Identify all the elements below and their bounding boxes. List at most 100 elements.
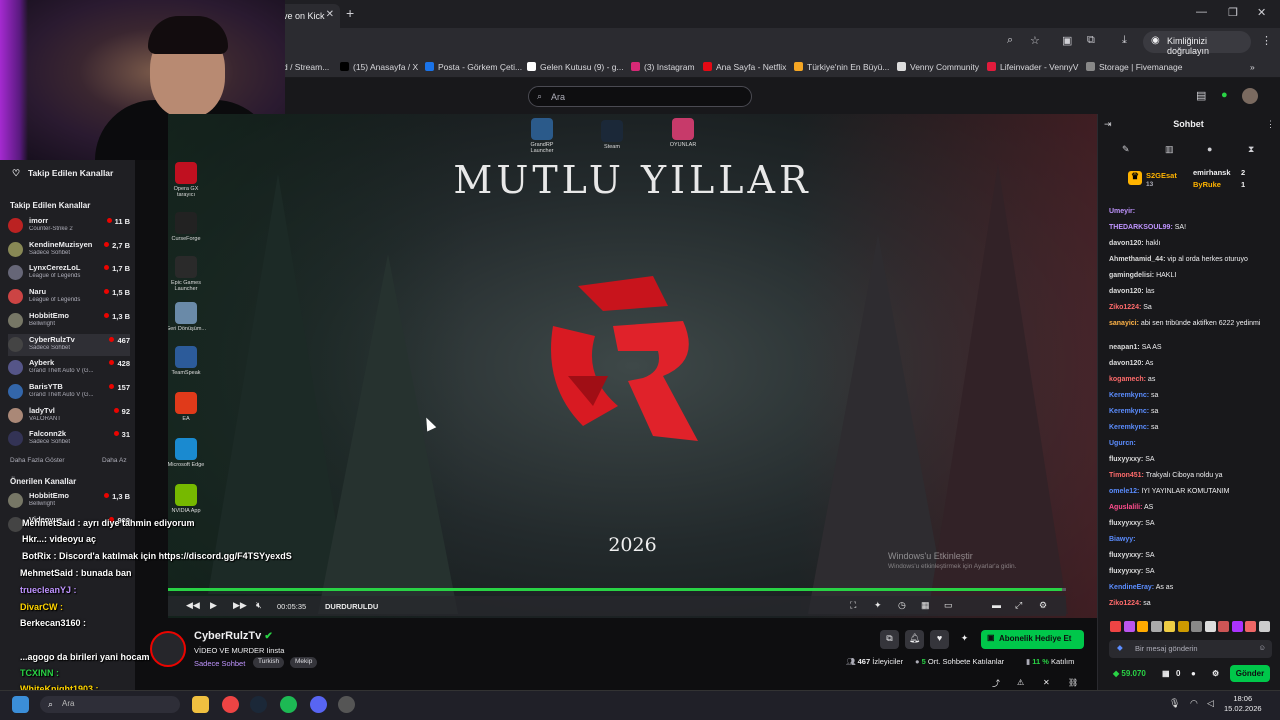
chat-username[interactable]: fluxyyxxy: <box>1109 568 1143 575</box>
chrome-icon[interactable] <box>222 696 239 713</box>
gifter-second-name[interactable]: emirhansk <box>1193 168 1231 177</box>
emote-icon[interactable] <box>1150 621 1162 632</box>
obs-icon[interactable] <box>338 696 355 713</box>
bookmark-item[interactable]: (3) Instagram <box>631 62 695 72</box>
emote-row[interactable] <box>1110 621 1275 635</box>
desktop-shortcut[interactable]: OYUNLAR <box>661 118 705 148</box>
inbox-icon[interactable]: ▤ <box>1196 89 1206 102</box>
chat-username[interactable]: neapan1: <box>1109 344 1140 351</box>
emote-icon[interactable] <box>1137 621 1148 632</box>
clip-icon[interactable]: ▦ <box>921 600 930 611</box>
minimize-icon[interactable]: — <box>1196 6 1207 18</box>
chat-username[interactable]: KendineEray: <box>1109 584 1154 591</box>
stream-category[interactable]: Sadece Sohbet <box>194 659 245 668</box>
sidebar-channel-item[interactable]: HobbitEmo Bellwright 1,3 B <box>8 490 130 512</box>
wifi-icon[interactable]: ◠ <box>1190 698 1198 715</box>
emote-icon[interactable] <box>1191 621 1202 632</box>
volume-icon[interactable]: 🔇︎ <box>256 600 262 611</box>
speed-icon[interactable]: ◷ <box>898 600 906 611</box>
kick-badge-icon[interactable]: ● <box>1221 89 1228 101</box>
chat-username[interactable]: Ahmethamid_44: <box>1109 256 1165 263</box>
share-icon[interactable]: ⤴ <box>992 678 1000 689</box>
chat-username[interactable]: Aguslalili: <box>1109 504 1142 511</box>
notification-bell-icon[interactable]: 🔔︎ <box>905 630 924 649</box>
pip-icon[interactable]: ▭ <box>944 600 953 611</box>
user-avatar[interactable] <box>1242 88 1258 104</box>
bookmark-item[interactable]: Lifeinvader - VennyV <box>987 62 1078 72</box>
tag-turkish[interactable]: Turkish <box>253 657 285 668</box>
bookmark-item[interactable]: (15) Anasayfa / X <box>340 62 418 72</box>
rewind-icon[interactable]: ◀◀ <box>186 600 200 611</box>
gift-subscription-button[interactable]: ▣ Abonelik Hediye Et <box>981 630 1084 649</box>
chat-username[interactable]: Keremkync: <box>1109 408 1149 415</box>
clip-button[interactable]: ✦ <box>955 630 974 649</box>
chat-username[interactable]: omele12: <box>1109 488 1139 495</box>
menu-dots-icon[interactable]: ⋮ <box>1261 34 1272 47</box>
search-input[interactable]: ⌕ Ara <box>528 86 752 107</box>
settings-gear-icon[interactable]: ⚙ <box>1039 600 1047 611</box>
emote-icon[interactable] <box>1245 621 1256 632</box>
extension-icon[interactable]: ▣ <box>1062 34 1072 47</box>
steam-taskbar-icon[interactable] <box>250 696 267 713</box>
chat-username[interactable]: sanayici: <box>1109 320 1139 327</box>
chat-username[interactable]: Timon451: <box>1109 472 1144 479</box>
bookmark-star-icon[interactable]: ☆ <box>1030 34 1040 47</box>
sparkle-icon[interactable]: ✦ <box>874 600 882 611</box>
chat-username[interactable]: Keremkync: <box>1109 424 1149 431</box>
chat-username[interactable]: davon120: <box>1109 288 1144 295</box>
report-icon[interactable]: ⚠ <box>1017 678 1024 687</box>
spotify-icon[interactable] <box>280 696 297 713</box>
chat-username[interactable]: Ziko1224: <box>1109 600 1141 607</box>
chat-username[interactable]: gamingdelisi: <box>1109 272 1154 279</box>
bookmark-item[interactable]: Ana Sayfa - Netflix <box>703 62 786 72</box>
bookmark-item[interactable]: Venny Community <box>897 62 979 72</box>
puzzle-icon[interactable]: ⧉ <box>1087 34 1095 47</box>
sidebar-channel-item[interactable]: Naru League of Legends 1,5 B <box>8 286 130 308</box>
file-explorer-icon[interactable] <box>192 696 209 713</box>
emote-icon[interactable] <box>1110 621 1121 632</box>
chat-username[interactable]: davon120: <box>1109 240 1144 247</box>
emote-icon[interactable] <box>1123 621 1135 632</box>
sidebar-channel-item[interactable]: Falconn2k Sadece Sohbet 31 <box>8 428 130 450</box>
chat-username[interactable]: Ugurcn: <box>1109 440 1136 447</box>
window-close-icon[interactable]: ✕ <box>1257 6 1266 19</box>
crop-icon[interactable]: ⛶ <box>850 600 856 611</box>
tag-mekip[interactable]: Mekip <box>290 657 318 668</box>
chat-username[interactable]: Umeyir: <box>1109 208 1135 215</box>
taskbar-search[interactable]: ⌕ Ara <box>40 696 180 713</box>
desktop-shortcut[interactable]: Microsoft Edge <box>168 438 208 468</box>
hourglass-icon[interactable]: ⧗ <box>1248 144 1254 155</box>
chat-bubble-icon[interactable]: ● <box>1207 144 1212 154</box>
desktop-shortcut[interactable]: CurseForge <box>168 212 208 242</box>
channel-name[interactable]: CyberRulzTv ✔ <box>194 630 273 642</box>
windows-start-icon[interactable] <box>12 696 29 713</box>
chat-username[interactable]: davon120: <box>1109 360 1144 367</box>
sidebar-channel-item[interactable]: HobbitEmo Bellwright 1,3 B <box>8 310 130 332</box>
trash-icon[interactable]: ▥ <box>1165 144 1174 155</box>
desktop-shortcut[interactable]: EA <box>168 392 208 422</box>
send-button[interactable]: Gönder <box>1230 665 1270 682</box>
sidebar-channel-item[interactable]: KendineMuzisyen Sadece Sohbet 2,7 B <box>8 239 130 261</box>
bookmark-item[interactable]: Posta - Görkem Çeti... <box>425 62 522 72</box>
sidebar-channel-item[interactable]: Ayberk Grand Theft Auto V (G... 428 <box>8 357 130 379</box>
chat-menu-icon[interactable]: ⋮ <box>1266 119 1275 130</box>
maximize-icon[interactable]: ❐ <box>1228 6 1238 19</box>
speaker-icon[interactable]: ◁ <box>1207 698 1214 715</box>
channel-points[interactable]: ◆ 59.070 <box>1113 669 1146 678</box>
channel-avatar[interactable] <box>150 631 186 667</box>
zoom-icon[interactable]: ⌕ <box>1007 34 1013 47</box>
sidebar-channel-item[interactable]: BarisYTB Grand Theft Auto V (G... 157 <box>8 381 130 403</box>
chat-username[interactable]: fluxyyxxy: <box>1109 552 1143 559</box>
new-tab-button[interactable]: + <box>346 5 354 21</box>
show-less-link[interactable]: Daha Az <box>102 457 127 464</box>
sidebar-channel-item[interactable]: CyberRulzTv Sadece Sohbet 467 <box>8 333 130 356</box>
chat-settings-icon[interactable]: ⚙ <box>1212 669 1219 678</box>
emote-icon[interactable] <box>1177 621 1189 632</box>
bookmarks-more-icon[interactable]: » <box>1250 62 1255 72</box>
chat-username[interactable]: Ziko1224: <box>1109 304 1141 311</box>
bookmark-item[interactable]: Storage | Fivemanage <box>1086 62 1182 72</box>
mic-icon[interactable]: 🎙︎ <box>1169 698 1180 715</box>
bookmark-item[interactable]: Gelen Kutusu (9) - g... <box>527 62 624 72</box>
forward-icon[interactable]: ▶▶ <box>233 600 247 611</box>
download-icon[interactable]: ⤓ <box>1122 34 1127 47</box>
